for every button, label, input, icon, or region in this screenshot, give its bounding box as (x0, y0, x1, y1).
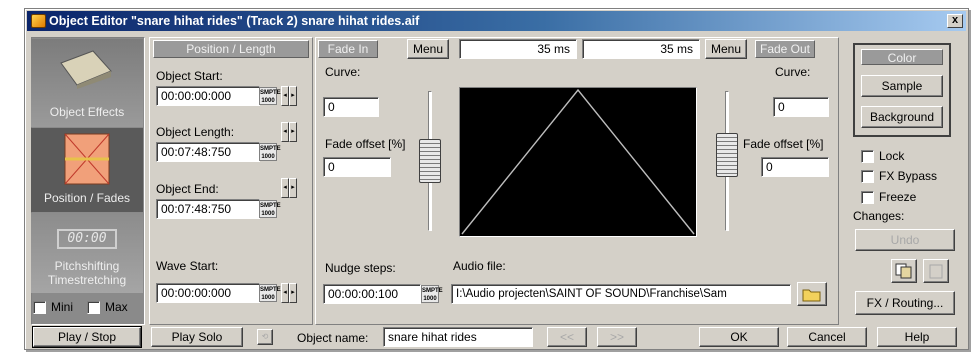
smpte-toggle-icon[interactable]: SMPTE 1000 (259, 143, 281, 161)
fade-out-header: Fade Out (755, 40, 815, 58)
fade-out-curve-field[interactable]: 0 (773, 97, 829, 117)
fade-out-menu-button[interactable]: Menu (705, 39, 747, 59)
object-name-field[interactable]: snare hihat rides (383, 327, 533, 347)
title-bar[interactable]: Object Editor "snare hihat rides" (Track… (27, 11, 966, 31)
fade-in-offset-field[interactable]: 0 (323, 157, 391, 177)
app-icon (31, 14, 46, 28)
wave-start-label: Wave Start: (156, 259, 219, 273)
wave-start-field[interactable]: 00:00:00:000 (156, 283, 260, 303)
fade-in-fader-knob[interactable] (419, 139, 441, 183)
smpte-toggle-icon[interactable]: SMPTE 1000 (259, 87, 281, 105)
window-title: Object Editor "snare hihat rides" (Track… (49, 14, 420, 28)
smpte-toggle-icon[interactable]: SMPTE 1000 (259, 284, 281, 302)
browse-folder-button[interactable] (797, 282, 827, 306)
nudge-steps-label: Nudge steps: (325, 261, 396, 275)
next-object-button[interactable]: >> (597, 327, 637, 347)
fade-out-curve-label: Curve: (775, 65, 811, 79)
previous-object-button[interactable]: << (547, 327, 587, 347)
cancel-button[interactable]: Cancel (787, 327, 867, 347)
object-start-label: Object Start: (156, 69, 223, 83)
object-length-spinner[interactable]: ◂ ▸ (281, 122, 297, 142)
audio-file-label: Audio file: (453, 259, 506, 273)
fx-bypass-label: FX Bypass (879, 169, 938, 183)
tab-position-fades[interactable]: Position / Fades (31, 128, 143, 212)
object-end-spinner[interactable]: ◂ ▸ (281, 178, 297, 198)
lock-label: Lock (879, 149, 905, 163)
max-label: Max (105, 300, 128, 314)
smpte-toggle-icon[interactable]: SMPTE 1000 (421, 285, 443, 303)
play-stop-button[interactable]: Play / Stop (33, 327, 141, 347)
tab-object-effects-label: Object Effects (49, 105, 125, 119)
fade-in-duration-field[interactable]: 35 ms (459, 39, 577, 59)
object-name-label: Object name: (297, 331, 369, 345)
tab-pitchshifting[interactable]: 00:00 Pitchshifting Timestretching (31, 213, 143, 293)
sample-color-button[interactable]: Sample (861, 75, 943, 97)
folder-icon (802, 289, 821, 302)
mini-label: Mini (51, 300, 74, 314)
copy-icon (895, 263, 912, 279)
object-start-spinner[interactable]: ◂ ▸ (281, 86, 297, 106)
object-start-field[interactable]: 00:00:00:000 (156, 86, 260, 106)
play-solo-button[interactable]: Play Solo (151, 327, 243, 347)
object-effects-icon (60, 50, 112, 89)
fade-display (459, 87, 697, 237)
fade-in-curve-field[interactable]: 0 (323, 97, 379, 117)
pitch-readout: 00:00 (57, 229, 117, 249)
fade-out-duration-field[interactable]: 35 ms (582, 39, 700, 59)
object-end-field[interactable]: 00:07:48:750 (156, 199, 260, 219)
nudge-steps-field[interactable]: 00:00:00:100 (323, 284, 421, 304)
fade-out-offset-label: Fade offset [%] (743, 137, 824, 151)
changes-label: Changes: (853, 209, 905, 223)
fx-bypass-checkbox[interactable]: FX Bypass (861, 169, 937, 183)
color-panel-header: Color (861, 49, 943, 65)
max-checkbox[interactable]: Max (87, 300, 128, 314)
smpte-toggle-icon[interactable]: SMPTE 1000 (259, 200, 281, 218)
tab-object-effects[interactable]: Object Effects (31, 39, 143, 127)
fx-routing-button[interactable]: FX / Routing... (855, 291, 955, 315)
position-panel-header: Position / Length (153, 40, 309, 58)
audio-file-path-field[interactable]: I:\Audio projecten\SAINT OF SOUND\Franch… (451, 284, 791, 304)
object-length-label: Object Length: (156, 125, 235, 139)
help-button[interactable]: Help (877, 327, 957, 347)
fade-out-offset-field[interactable]: 0 (761, 157, 829, 177)
tab-pitchshifting-label: Pitchshifting Timestretching (47, 259, 127, 287)
close-button[interactable]: x (947, 14, 963, 28)
position-fades-icon (64, 133, 110, 185)
fade-in-offset-label: Fade offset [%] (325, 137, 406, 151)
tab-position-fades-label: Position / Fades (43, 191, 131, 205)
freeze-label: Freeze (879, 190, 917, 204)
object-end-label: Object End: (156, 182, 219, 196)
object-length-field[interactable]: 00:07:48:750 (156, 142, 260, 162)
undo-button[interactable]: Undo (855, 229, 955, 251)
paste-icon (929, 264, 943, 279)
copy-settings-button[interactable] (891, 259, 917, 283)
fade-in-header: Fade In (318, 40, 378, 58)
mini-checkbox[interactable]: Mini (33, 300, 73, 314)
background-color-button[interactable]: Background (861, 106, 943, 128)
freeze-checkbox[interactable]: Freeze (861, 190, 916, 204)
loop-icon[interactable]: ⟲ (257, 329, 273, 345)
fade-in-curve-label: Curve: (325, 65, 361, 79)
fade-in-menu-button[interactable]: Menu (407, 39, 449, 59)
ok-button[interactable]: OK (699, 327, 779, 347)
paste-settings-button[interactable] (923, 259, 949, 283)
fade-out-fader-knob[interactable] (716, 133, 738, 177)
fade-curve-graph (461, 88, 695, 235)
wave-start-spinner[interactable]: ◂ ▸ (281, 283, 297, 303)
lock-checkbox[interactable]: Lock (861, 149, 904, 163)
object-editor-window: Object Editor "snare hihat rides" (Track… (24, 8, 969, 350)
